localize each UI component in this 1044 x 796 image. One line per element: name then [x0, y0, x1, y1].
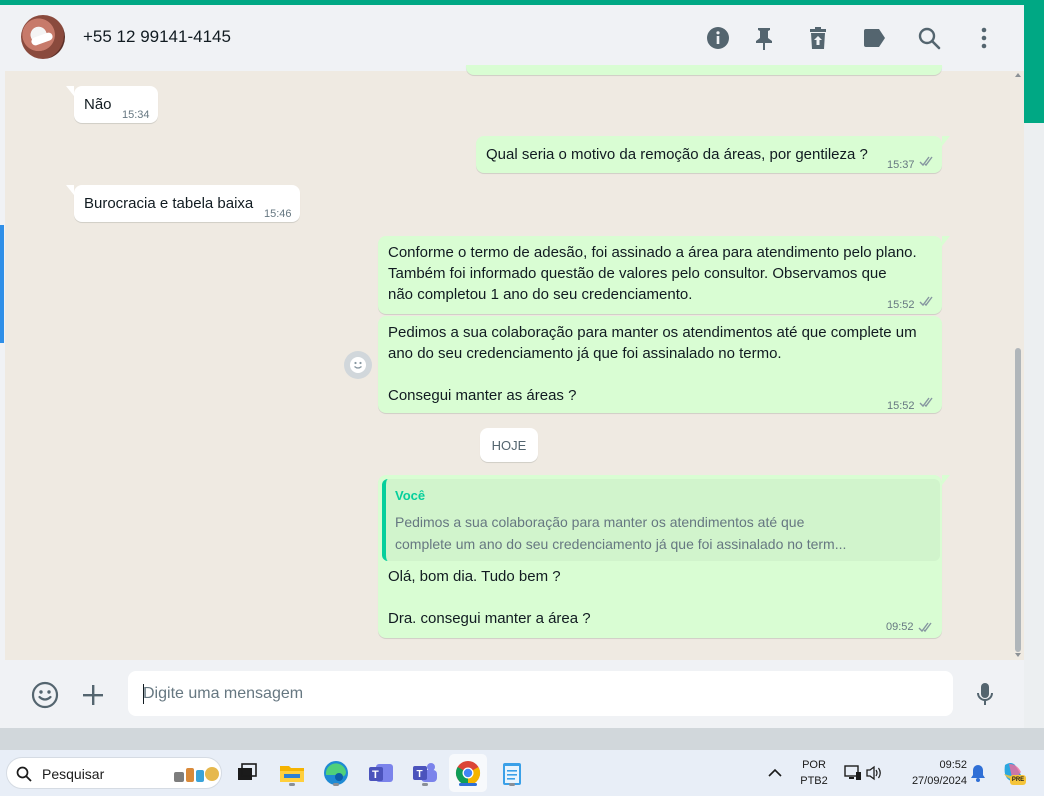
quote-line: Pedimos a sua colaboração para manter os… — [395, 514, 805, 530]
read-ticks-icon — [919, 296, 933, 307]
copilot-badge: PRE — [1010, 775, 1026, 785]
message-line: Pedimos a sua colaboração para manter os… — [388, 324, 917, 341]
pin-icon[interactable] — [751, 25, 777, 51]
message-text: Burocracia e tabela baixa — [84, 195, 254, 212]
message-time: 15:52 — [887, 400, 915, 412]
volume-icon[interactable] — [859, 758, 889, 788]
contact-name[interactable]: +55 12 99141-4145 — [83, 27, 231, 47]
message-line: Consegui manter as áreas ? — [388, 387, 577, 404]
message-time: 15:46 — [264, 208, 292, 220]
search-highlight-icon — [174, 767, 219, 782]
scrollbar-thumb[interactable] — [1015, 348, 1021, 652]
input-language[interactable]: POR — [797, 759, 831, 771]
message-input[interactable] — [128, 671, 953, 716]
chevron-up-icon[interactable] — [760, 758, 790, 788]
message-line: Também foi informado questão de valores … — [388, 265, 887, 282]
message-line: Olá, bom dia. Tudo bem ? — [388, 568, 561, 585]
message-line: não completou 1 ano do seu credenciament… — [388, 286, 693, 303]
read-ticks-icon — [918, 622, 932, 633]
file-explorer-icon[interactable] — [277, 758, 307, 788]
message-time: 15:52 — [887, 299, 915, 311]
clock-time[interactable]: 09:52 — [895, 759, 967, 771]
windows-taskbar: Pesquisar T T POR PTB2 09:52 27/09/2024 — [0, 750, 1044, 796]
message-composer — [5, 660, 1024, 728]
search-icon[interactable] — [916, 25, 942, 51]
message-outgoing[interactable]: Conforme o termo de adesão, foi assinado… — [378, 236, 950, 314]
chat-header: +55 12 99141-4145 — [5, 5, 1024, 71]
quote-author: Você — [395, 488, 426, 503]
svg-text:T: T — [372, 769, 379, 781]
message-outgoing[interactable]: Pedimos a sua colaboração para manter os… — [378, 316, 942, 413]
edge-browser-icon[interactable] — [321, 758, 351, 788]
search-label: Pesquisar — [42, 766, 105, 782]
message-line: ano do seu credenciamento já que foi ass… — [388, 345, 782, 362]
message-time: 09:52 — [886, 621, 914, 633]
desktop-background — [0, 728, 1044, 750]
message-line: Conforme o termo de adesão, foi assinado… — [388, 244, 917, 261]
window-side-accent — [1024, 5, 1044, 123]
microphone-icon[interactable] — [970, 680, 1000, 710]
read-ticks-icon — [919, 156, 933, 167]
message-outgoing[interactable]: Qual seria o motivo da remoção da áreas,… — [476, 136, 950, 173]
read-ticks-icon — [919, 397, 933, 408]
message-text: Qual seria o motivo da remoção da áreas,… — [486, 146, 868, 163]
delete-icon[interactable] — [805, 25, 831, 51]
smiley-icon — [350, 357, 366, 373]
teams-icon[interactable]: T — [410, 758, 440, 788]
emoji-icon[interactable] — [30, 680, 60, 710]
attach-plus-icon[interactable] — [78, 680, 108, 710]
scroll-down-arrow[interactable] — [1015, 653, 1021, 657]
message-text: Não — [84, 96, 112, 113]
react-emoji-button[interactable] — [344, 351, 372, 379]
message-time: 15:37 — [887, 159, 915, 171]
text-caret — [143, 684, 144, 704]
message-incoming[interactable]: Burocracia e tabela baixa 15:46 — [66, 185, 300, 222]
keyboard-layout[interactable]: PTB2 — [797, 775, 831, 787]
message-time: 15:34 — [122, 109, 150, 121]
info-icon[interactable] — [705, 25, 731, 51]
label-icon[interactable] — [861, 25, 887, 51]
quoted-message[interactable]: Você Pedimos a sua colaboração para mant… — [382, 479, 940, 561]
scroll-up-arrow[interactable] — [1015, 73, 1021, 77]
quote-line: complete um ano do seu credenciamento já… — [395, 536, 847, 552]
quote-text: Pedimos a sua colaboração para manter os… — [395, 511, 925, 555]
notification-bell-icon[interactable] — [963, 758, 993, 788]
window-side-gutter — [1024, 123, 1044, 728]
clock-date[interactable]: 27/09/2024 — [895, 775, 967, 787]
search-icon — [16, 766, 32, 782]
message-incoming[interactable]: Não 15:34 — [66, 86, 158, 123]
notepad-icon[interactable] — [497, 758, 527, 788]
more-icon[interactable] — [971, 25, 997, 51]
day-separator: HOJE — [480, 428, 538, 462]
avatar[interactable] — [21, 15, 65, 59]
copilot-icon[interactable]: PRE — [998, 758, 1028, 788]
task-view-icon[interactable] — [232, 758, 262, 788]
left-selection-marker — [0, 225, 4, 343]
previous-message-bubble — [466, 65, 942, 75]
svg-text:T: T — [417, 769, 423, 780]
taskbar-search[interactable]: Pesquisar — [6, 757, 222, 789]
whatsapp-chat-window: +55 12 99141-4145 Não 15:34 Qual seria o… — [5, 5, 1024, 728]
teams-classic-icon[interactable]: T — [366, 758, 396, 788]
chrome-browser-icon[interactable] — [453, 758, 483, 788]
message-line: Dra. consegui manter a área ? — [388, 610, 591, 627]
